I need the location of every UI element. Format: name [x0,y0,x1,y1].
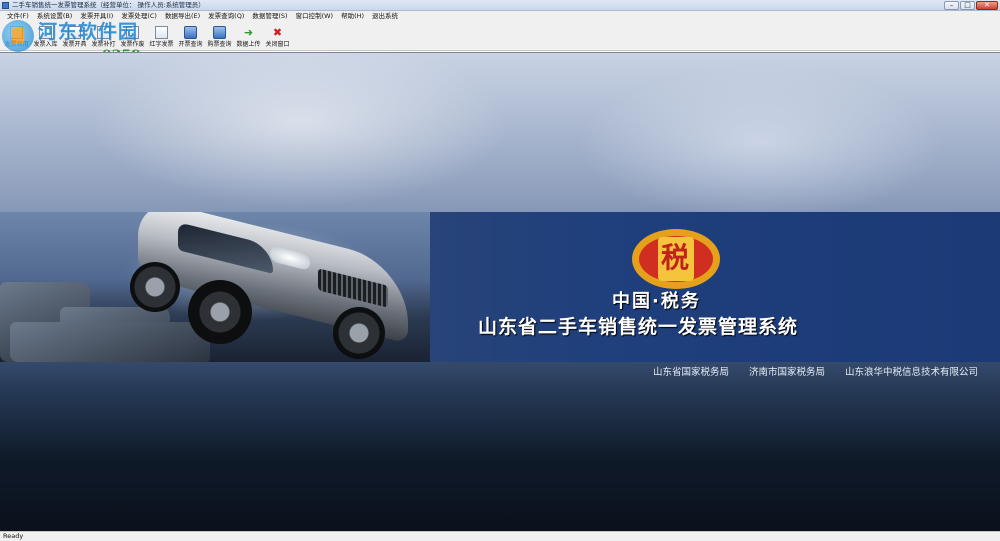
menu-window-control[interactable]: 窗口控制(W) [292,11,338,21]
org-provincial-tax: 山东省国家税务局 [652,367,729,378]
status-bar: Ready [0,531,1000,541]
red-invoice-button[interactable]: 红字发票 [147,21,176,50]
invoice-stock-icon [39,26,52,39]
system-title: 山东省二手车销售统一发票管理系统 [478,316,799,338]
menu-invoice-query[interactable]: 发票查询(Q) [204,11,248,21]
tool-label: 发票领用 [4,41,29,48]
status-text: Ready [3,532,24,540]
splash-background: 中国·税务 山东省二手车销售统一发票管理系统 山东省国家税务局 济南市国家税务局… [0,52,1000,531]
invoice-void-icon [126,26,139,39]
invoice-reprint-icon [97,26,110,39]
invoice-reprint-button[interactable]: 发票补打 [89,21,118,50]
minimize-button[interactable]: – [944,1,959,10]
splash-banner: 中国·税务 山东省二手车销售统一发票管理系统 [0,212,1000,362]
close-window-tool-button[interactable]: ✖ 关闭窗口 [263,21,292,50]
tool-label: 关闭窗口 [265,41,290,48]
invoice-stock-button[interactable]: 发票入库 [31,21,60,50]
tool-label: 数据上传 [236,41,261,48]
app-icon [2,2,9,9]
tool-label: 发票作废 [120,41,145,48]
menu-system-settings[interactable]: 系统设置(B) [33,11,77,21]
invoice-issue-button[interactable]: 发票开具 [60,21,89,50]
menu-invoice-issue[interactable]: 发票开具(I) [76,11,117,21]
menu-exit-system[interactable]: 退出系统 [368,11,402,21]
purchase-query-icon [213,26,226,39]
menu-bar: 文件(F) 系统设置(B) 发票开具(I) 发票处理(C) 数据导出(E) 发票… [0,11,1000,21]
car-right-wheel [333,307,385,359]
toolbar: 发票领用 发票入库 发票开具 发票补打 发票作废 红字发票 开票查询 购票查询 … [0,21,1000,51]
org-tech-company: 山东浪华中税信息技术有限公司 [844,367,978,378]
close-window-button[interactable]: ✕ [976,1,998,10]
tax-emblem-icon [632,229,720,289]
window-controls: – □ ✕ [944,1,998,10]
issue-query-icon [184,26,197,39]
invoice-receive-icon [10,26,23,39]
title-bar: 二手车销售统一发票管理系统（经营单位： 操作人员:系统管理员） – □ ✕ [0,0,1000,11]
car-front-wheel [188,280,252,344]
issue-query-button[interactable]: 开票查询 [176,21,205,50]
tool-label: 红字发票 [149,41,174,48]
invoice-issue-icon [68,26,81,39]
upload-arrow-icon: ➜ [243,26,254,39]
tool-label: 发票入库 [33,41,58,48]
window-title: 二手车销售统一发票管理系统（经营单位： 操作人员:系统管理员） [12,1,205,9]
tool-label: 发票开具 [62,41,87,48]
menu-help[interactable]: 帮助(H) [337,11,368,21]
country-tax-text: 中国·税务 [612,291,701,312]
data-upload-button[interactable]: ➜ 数据上传 [234,21,263,50]
invoice-void-button[interactable]: 发票作废 [118,21,147,50]
menu-invoice-process[interactable]: 发票处理(C) [117,11,161,21]
tool-label: 购票查询 [207,41,232,48]
org-city-tax: 济南市国家税务局 [748,367,825,378]
red-invoice-icon [155,26,168,39]
organization-list: 山东省国家税务局 济南市国家税务局 山东浪华中税信息技术有限公司 [0,364,978,378]
emblem-core [658,237,694,281]
purchase-query-button[interactable]: 购票查询 [205,21,234,50]
menu-data-management[interactable]: 数据管理(S) [248,11,291,21]
invoice-receive-button[interactable]: 发票领用 [2,21,31,50]
menu-data-export[interactable]: 数据导出(E) [161,11,204,21]
tool-label: 发票补打 [91,41,116,48]
car-rear-wheel [130,262,180,312]
menu-file[interactable]: 文件(F) [3,11,33,21]
maximize-button[interactable]: □ [960,1,975,10]
close-x-icon: ✖ [272,26,283,39]
suv-image [118,212,428,362]
tool-label: 开票查询 [178,41,203,48]
